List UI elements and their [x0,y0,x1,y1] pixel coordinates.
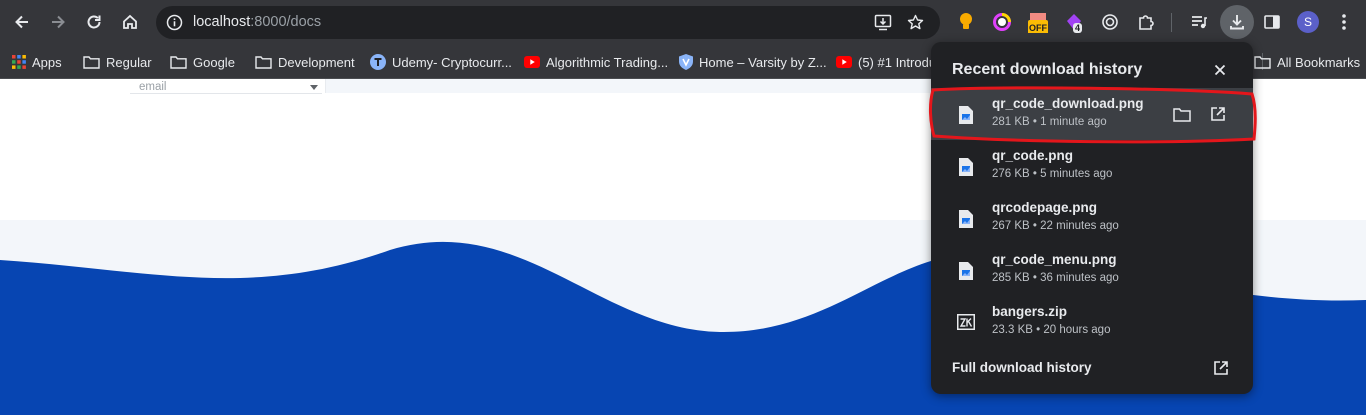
extension-bulb-button[interactable] [950,6,982,38]
youtube-icon [836,56,852,68]
full-download-history-link[interactable]: Full download history [952,360,1092,375]
extension-colorpick-button[interactable] [986,6,1018,38]
zip-archive-icon [957,314,975,330]
menu-button[interactable] [1328,6,1360,38]
browser-toolbar: localhost:8000/docs OFF 4 S [0,0,1366,45]
download-meta: 285 KB • 36 minutes ago [992,272,1119,284]
downloads-button[interactable] [1220,5,1254,39]
extension-count-badge: 4 [1073,23,1083,33]
folder-icon [255,56,272,69]
download-filename: qr_code.png [992,148,1074,163]
bookmark-label: Regular [106,54,152,70]
avatar: S [1297,11,1319,33]
media-control-button[interactable] [1183,6,1215,38]
url-text[interactable]: localhost:8000/docs [193,14,321,30]
bookmark-label: Development [278,54,355,70]
extensions-button[interactable] [1130,6,1162,38]
youtube-icon [524,56,540,68]
lightbulb-icon [960,13,972,29]
back-arrow-icon [15,15,28,29]
udemy-icon [370,54,386,70]
reload-icon [87,15,101,29]
bookmark-label: Google [193,54,235,70]
form-panel-right [621,79,931,93]
form-divider [325,79,357,93]
side-panel-button[interactable] [1256,6,1288,38]
extension-gem-button[interactable]: 4 [1058,6,1090,38]
bookmark-folder-development[interactable]: Development [255,52,355,72]
folder-icon [170,56,187,69]
bookmark-udemy[interactable]: Udemy- Cryptocurr... [370,52,512,72]
email-select[interactable]: email [130,79,322,94]
bookmark-label: Apps [32,54,62,70]
folder-icon [1254,56,1271,69]
bookmark-varsity[interactable]: Home – Varsity by Z... [679,52,827,72]
bookmark-label: Udemy- Cryptocurr... [392,54,512,70]
all-bookmarks-label: All Bookmarks [1277,54,1361,70]
extension-target-button[interactable] [1094,6,1126,38]
download-meta: 276 KB • 5 minutes ago [992,168,1113,180]
install-app-icon[interactable] [874,14,892,31]
extension-coupon-button[interactable]: OFF [1022,6,1054,38]
dropdown-caret-icon [310,85,318,90]
email-select-placeholder: email [139,81,167,93]
bookmark-label: Algorithmic Trading... [546,54,669,70]
home-button[interactable] [114,6,146,38]
playlist-icon [1192,16,1207,29]
bookmark-introduction[interactable]: (5) #1 Introdu [836,52,936,72]
site-info-icon[interactable] [166,14,183,31]
form-panel [356,79,621,93]
target-icon [1102,14,1118,30]
download-filename: qr_code_menu.png [992,252,1117,267]
folder-icon [83,56,100,69]
forward-button[interactable] [42,6,74,38]
toolbar-separator [1171,13,1172,32]
downloads-panel-title: Recent download history [952,61,1143,78]
reload-button[interactable] [78,6,110,38]
color-picker-icon [993,13,1011,31]
highlight-annotation [929,86,1257,144]
download-item[interactable]: qr_code_menu.png 285 KB • 36 minutes ago [931,244,1253,296]
bookmark-apps[interactable]: Apps [12,52,62,72]
home-icon [123,14,137,29]
kebab-menu-icon [1342,14,1346,30]
apps-grid-icon [12,55,26,69]
all-bookmarks-button[interactable]: All Bookmarks [1254,52,1360,72]
download-item[interactable]: bangers.zip 23.3 KB • 20 hours ago [931,296,1253,348]
bookmark-algorithmic-trading[interactable]: Algorithmic Trading... [524,52,668,72]
image-file-icon [959,158,973,176]
image-file-icon [959,210,973,228]
varsity-icon [679,54,693,70]
off-badge: OFF [1028,23,1048,33]
profile-button[interactable]: S [1292,6,1324,38]
close-icon [1214,64,1226,76]
close-button[interactable] [1208,58,1232,82]
bookmark-star-icon[interactable] [907,14,924,31]
bookmark-folder-regular[interactable]: Regular [83,52,152,72]
address-bar[interactable]: localhost:8000/docs [156,6,940,39]
open-external-icon [1214,361,1228,375]
full-history-open-button[interactable] [1209,356,1233,380]
download-item[interactable]: qr_code.png 276 KB • 5 minutes ago [931,140,1253,192]
download-icon [1230,15,1244,30]
avatar-initial: S [1303,15,1312,29]
download-filename: qrcodepage.png [992,200,1098,215]
download-filename: bangers.zip [992,304,1068,319]
download-meta: 267 KB • 22 minutes ago [992,220,1119,232]
download-meta: 23.3 KB • 20 hours ago [992,324,1111,336]
bookmark-label: Home – Varsity by Z... [699,54,827,70]
forward-arrow-icon [52,15,65,29]
puzzle-piece-icon [1139,15,1154,30]
image-file-icon [959,262,973,280]
back-button[interactable] [6,6,38,38]
download-item[interactable]: qrcodepage.png 267 KB • 22 minutes ago [931,192,1253,244]
bookmark-label: (5) #1 Introdu [858,54,937,70]
bookmark-folder-google[interactable]: Google [170,52,235,72]
side-panel-icon [1264,15,1280,29]
